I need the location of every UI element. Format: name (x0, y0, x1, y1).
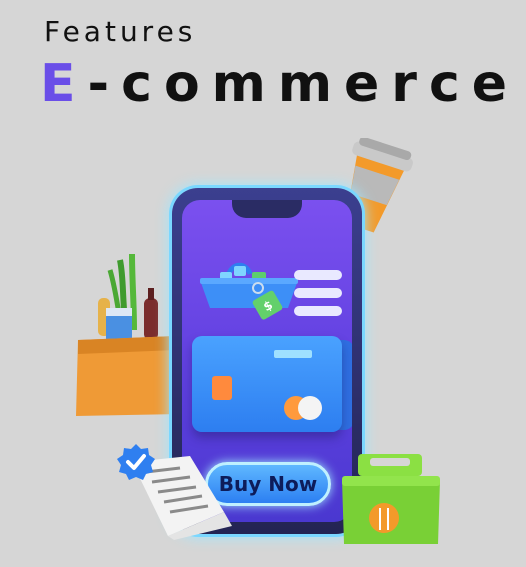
food-box-icon (342, 454, 440, 544)
title-rest: -commerce (87, 54, 520, 114)
grocery-bag-icon (76, 253, 182, 416)
price-tag-icon: $ (252, 282, 283, 320)
verified-badge-icon (117, 444, 155, 480)
title-first-letter: E (40, 54, 88, 114)
credit-card-icon (192, 336, 342, 432)
features-label: Features (44, 15, 197, 48)
page-title: E-commerce (40, 58, 519, 110)
phone-notch (232, 200, 302, 218)
